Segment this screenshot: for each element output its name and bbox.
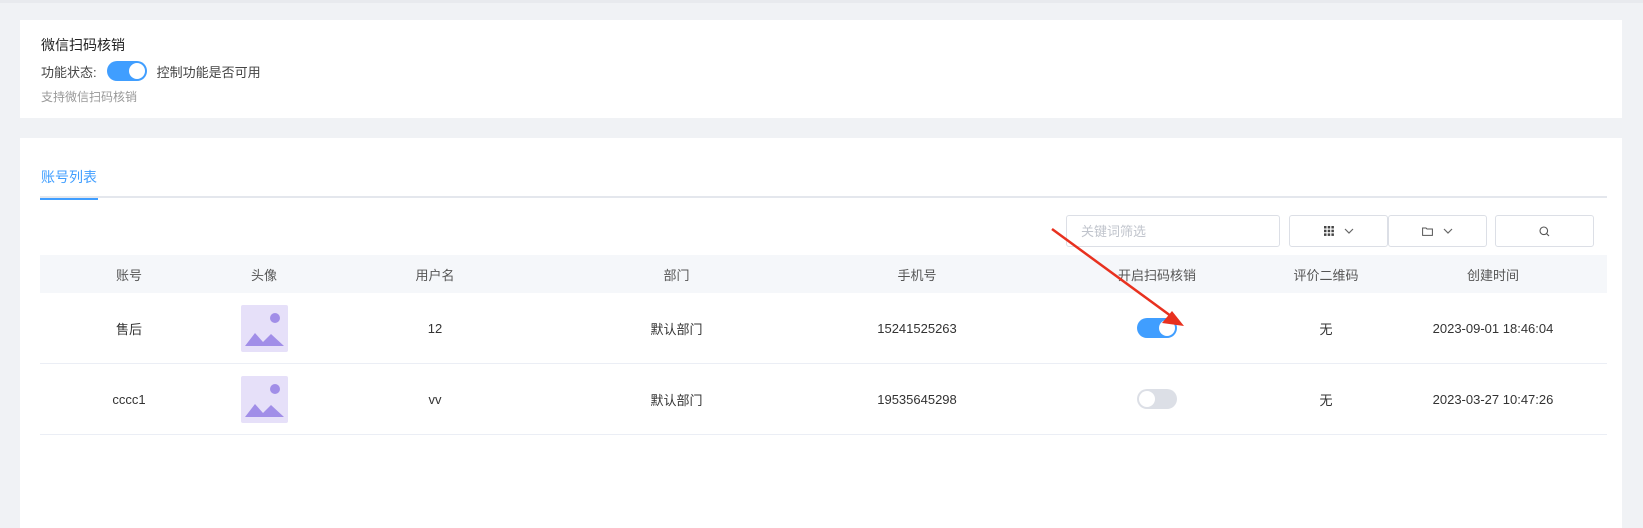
top-divider: [0, 0, 1643, 3]
scan-toggle[interactable]: [1137, 389, 1177, 409]
cell-department: 默认部门: [650, 392, 703, 408]
table-header: 账号 头像 用户名 部门 手机号 开启扫码核销 评价二维码 创建时间: [40, 255, 1607, 293]
table-row: 售后 12 默认部门 15241525263 无 2023-09-01 18:4…: [40, 293, 1607, 364]
header-avatar: 头像: [250, 267, 277, 283]
feature-card: 微信扫码核销 功能状态: 控制功能是否可用 支持微信扫码核销: [20, 20, 1622, 118]
cell-scan-enabled: [1041, 364, 1273, 434]
feature-status-row: 功能状态: 控制功能是否可用: [41, 60, 261, 82]
cell-review-qr: 无: [1319, 321, 1333, 337]
grid-icon: [1323, 226, 1334, 236]
cell-avatar: [218, 364, 310, 434]
cell-review-qr: 无: [1319, 392, 1333, 408]
cell-username: vv: [428, 391, 442, 407]
header-account: 账号: [115, 267, 142, 283]
header-review-qr: 评价二维码: [1293, 267, 1359, 283]
toolbar: [20, 215, 1622, 247]
account-table: 账号 头像 用户名 部门 手机号 开启扫码核销 评价二维码 创建时间 售后 12…: [40, 255, 1607, 435]
folder-dropdown-button[interactable]: [1388, 215, 1487, 247]
chevron-down-icon: [1344, 228, 1353, 234]
cell-account: cccc1: [112, 391, 146, 407]
cell-avatar: [218, 293, 310, 363]
toggle-knob: [1159, 320, 1175, 336]
cell-created-time: 2023-09-01 18:46:04: [1432, 320, 1554, 336]
toggle-knob: [128, 63, 145, 79]
avatar-placeholder-icon: [240, 304, 288, 352]
header-username: 用户名: [415, 267, 455, 283]
avatar-placeholder-icon: [240, 375, 288, 423]
cell-username: 12: [427, 320, 443, 336]
status-label: 功能状态:: [41, 64, 97, 80]
cell-phone: 15241525263: [877, 320, 957, 336]
cell-created-time: 2023-03-27 10:47:26: [1432, 391, 1554, 407]
header-department: 部门: [663, 267, 690, 283]
header-phone: 手机号: [897, 267, 937, 283]
tab-bar: 账号列表: [40, 166, 1607, 200]
scan-toggle[interactable]: [1137, 318, 1177, 338]
search-button[interactable]: [1495, 215, 1594, 247]
tab-account-list[interactable]: 账号列表: [40, 166, 98, 200]
folder-icon: [1422, 227, 1433, 236]
feature-status-toggle[interactable]: [106, 61, 147, 81]
cell-department: 默认部门: [650, 321, 703, 337]
header-created-time: 创建时间: [1466, 267, 1519, 283]
columns-dropdown-button[interactable]: [1289, 215, 1388, 247]
chevron-down-icon: [1443, 228, 1453, 234]
status-description: 控制功能是否可用: [156, 64, 261, 80]
cell-phone: 19535645298: [877, 391, 957, 407]
table-row: cccc1 vv 默认部门 19535645298 无 2023-03-27 1…: [40, 364, 1607, 435]
keyword-filter-input[interactable]: [1066, 215, 1280, 247]
cell-account: 售后: [115, 321, 142, 337]
search-icon: [1539, 225, 1550, 236]
feature-title: 微信扫码核销: [41, 37, 125, 53]
feature-hint: 支持微信扫码核销: [41, 90, 138, 104]
header-scan-enabled: 开启扫码核销: [1117, 267, 1196, 283]
cell-scan-enabled: [1041, 293, 1273, 363]
account-card: 账号列表 账号 头像 用户名 部门 手机号 开启扫码核销 评价二维码: [20, 138, 1622, 528]
toggle-knob: [1139, 391, 1155, 407]
